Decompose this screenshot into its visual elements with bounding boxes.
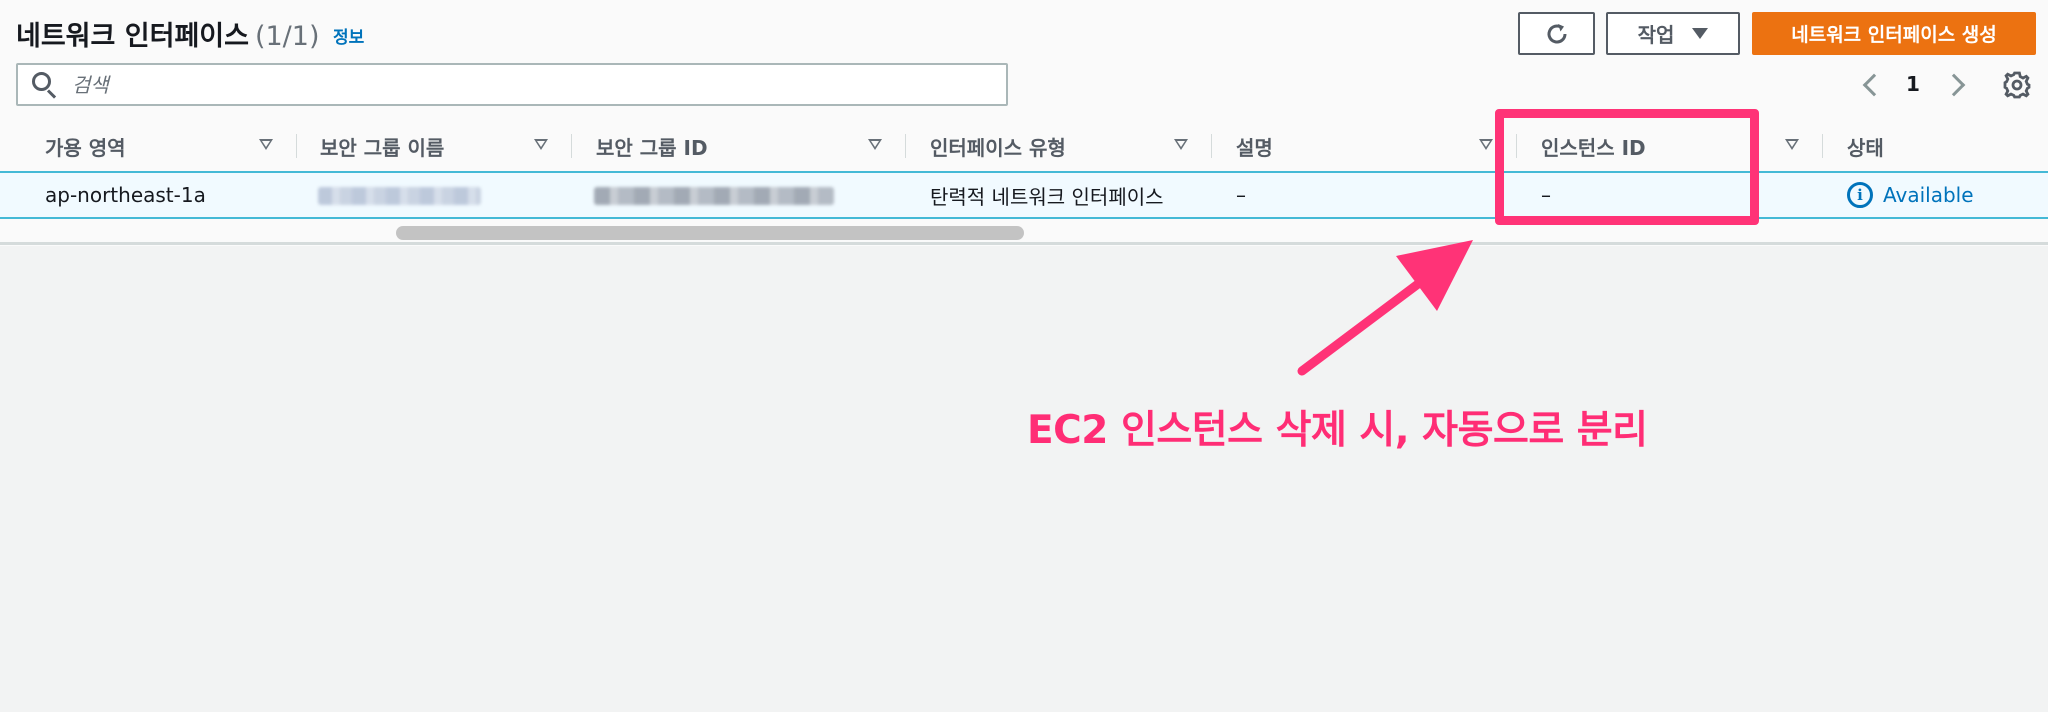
annotation-arrow-icon <box>1297 240 1473 376</box>
annotation-text: EC2 인스턴스 삭제 시, 자동으로 분리 <box>1027 408 1648 453</box>
